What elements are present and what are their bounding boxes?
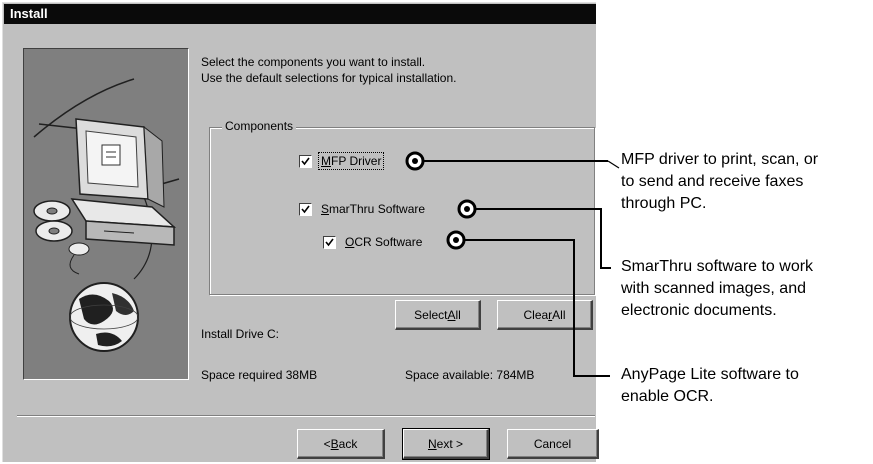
anypage-callout-line-2: enable OCR. (621, 388, 714, 405)
smarthru-callout-line-1: SmarThru software to work (621, 258, 814, 275)
smarthru-callout: SmarThru software to work with scanned i… (621, 256, 813, 322)
screenshot-stage: Install Select the components you want t… (0, 0, 873, 464)
anypage-leader (446, 230, 610, 377)
smarthru-leader (457, 199, 611, 269)
mfp-callout-line-1: MFP driver to print, scan, or (621, 151, 819, 168)
mfp-callout-line-2: to send and receive faxes (621, 173, 804, 190)
mfp-callout-line-3: through PC. (621, 195, 707, 212)
mfp-callout: MFP driver to print, scan, or to send an… (621, 149, 818, 215)
mfp-leader (405, 151, 620, 171)
anypage-callout-line-1: AnyPage Lite software to (621, 366, 799, 383)
smarthru-callout-line-2: with scanned images, and (621, 280, 806, 297)
anypage-callout: AnyPage Lite software to enable OCR. (621, 364, 799, 408)
smarthru-callout-line-3: electronic documents. (621, 302, 777, 319)
